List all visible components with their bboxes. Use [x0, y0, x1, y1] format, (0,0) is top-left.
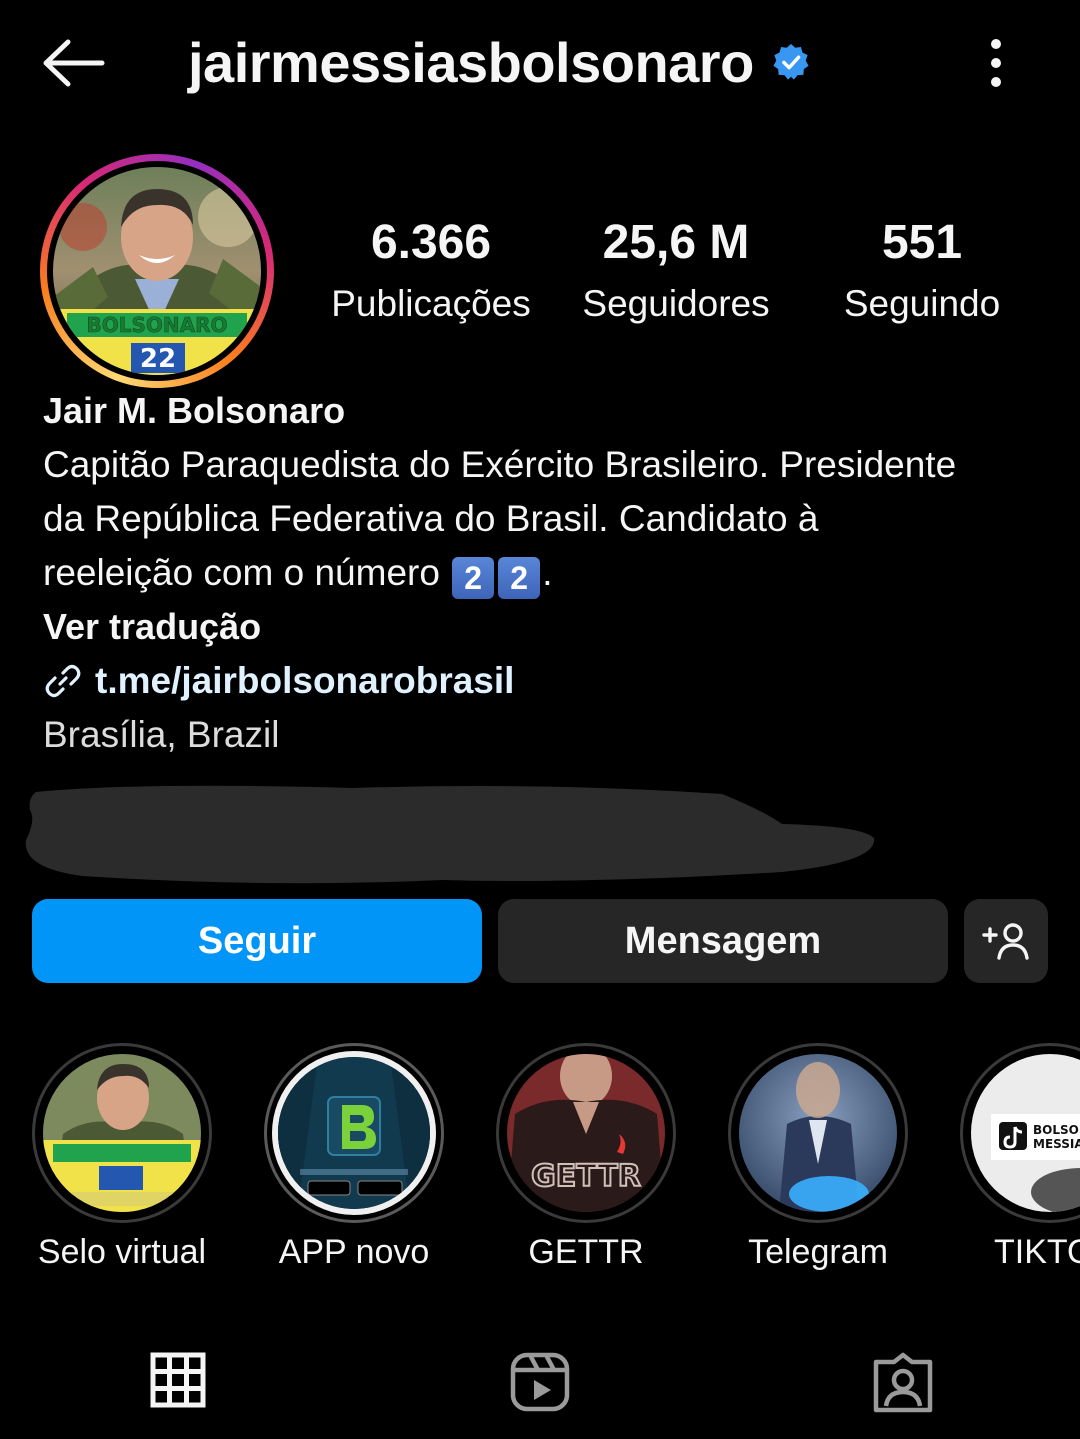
reels-icon[interactable]: [510, 1352, 570, 1412]
redaction-mark: [25, 785, 875, 884]
stat-posts[interactable]: 6.366 Publicações: [322, 212, 540, 334]
top-bar: jairmessiasbolsonaro: [0, 0, 1080, 125]
posts-count: 6.366: [370, 216, 492, 269]
followers-label: Seguidores: [582, 283, 770, 324]
bio-external-link[interactable]: t.me/jairbolsonarobrasil: [43, 654, 1053, 708]
bio-location: Brasília, Brazil: [43, 714, 280, 755]
profile-bio: Jair M. Bolsonaro Capitão Paraquedista d…: [43, 384, 1053, 762]
avatar-photo: BOLSONARO 22: [53, 167, 261, 375]
svg-text:MESSIAS: MESSIAS: [1033, 1137, 1080, 1151]
verified-badge-icon: [773, 43, 809, 80]
bio-line-3-suffix: .: [542, 552, 553, 593]
following-count: 551: [881, 216, 963, 269]
highlight-label: TIKTO: [994, 1233, 1080, 1271]
bio-line-2: da República Federativa do Brasil. Candi…: [43, 498, 819, 539]
highlight-label: Selo virtual: [37, 1233, 207, 1271]
tiktok-overlay-text: BOLSONA: [1033, 1123, 1080, 1137]
bio-link-text: t.me/jairbolsonarobrasil: [95, 660, 515, 701]
bolsonaro-22-thumbnail: [43, 1054, 201, 1212]
posts-label: Publicações: [331, 283, 531, 324]
avatar-badge-text: BOLSONARO: [86, 313, 227, 337]
followers-count: 25,6 M: [602, 216, 750, 269]
profile-avatar[interactable]: BOLSONARO 22: [40, 154, 274, 388]
telegram-thumbnail: [739, 1054, 897, 1212]
gettr-overlay-text: GETTR: [531, 1159, 641, 1194]
bio-line-3-text: reeleição com o número: [43, 552, 451, 593]
keycap-digit: 2: [498, 557, 541, 599]
tiktok-thumbnail: BOLSONA MESSIAS: [971, 1054, 1080, 1212]
stat-following[interactable]: 551 Seguindo: [832, 212, 1012, 334]
highlight-label: APP novo: [278, 1233, 430, 1271]
highlight-telegram[interactable]: Telegram: [728, 1043, 908, 1271]
highlight-label: Telegram: [748, 1233, 888, 1271]
username: jairmessiasbolsonaro: [188, 30, 754, 94]
profile-tab-bar: [0, 1330, 1080, 1439]
display-name: Jair M. Bolsonaro: [43, 390, 346, 431]
bio-line-3: reeleição com o número 22.: [43, 546, 1053, 600]
profile-username-header: jairmessiasbolsonaro: [188, 24, 810, 100]
see-translation-link[interactable]: Ver tradução: [43, 600, 1053, 654]
keycap-digit: 2: [452, 557, 495, 599]
more-options-icon[interactable]: [980, 36, 1012, 90]
highlight-selo-virtual[interactable]: Selo virtual: [32, 1043, 212, 1271]
gettr-thumbnail: GETTR: [507, 1054, 665, 1212]
avatar-badge-number: 22: [140, 344, 176, 374]
tagged-icon[interactable]: [872, 1352, 934, 1414]
add-person-icon: [982, 923, 1029, 960]
follow-button[interactable]: Seguir: [32, 899, 482, 983]
suggested-users-button[interactable]: [964, 899, 1048, 983]
back-arrow-icon[interactable]: [40, 36, 106, 90]
following-label: Seguindo: [843, 283, 1001, 324]
highlight-gettr[interactable]: GETTR GETTR: [496, 1043, 676, 1271]
stat-followers[interactable]: 25,6 M Seguidores: [570, 212, 782, 334]
grid-icon[interactable]: [150, 1352, 206, 1408]
b-app-logo-thumbnail: [272, 1051, 436, 1215]
link-icon: [45, 664, 81, 698]
bio-line-1: Capitão Paraquedista do Exército Brasile…: [43, 444, 957, 485]
highlight-app-novo[interactable]: APP novo: [264, 1043, 444, 1271]
highlight-tiktok[interactable]: BOLSONA MESSIAS TIKTO: [960, 1043, 1080, 1271]
highlight-label: GETTR: [528, 1233, 644, 1271]
message-button[interactable]: Mensagem: [498, 899, 948, 983]
